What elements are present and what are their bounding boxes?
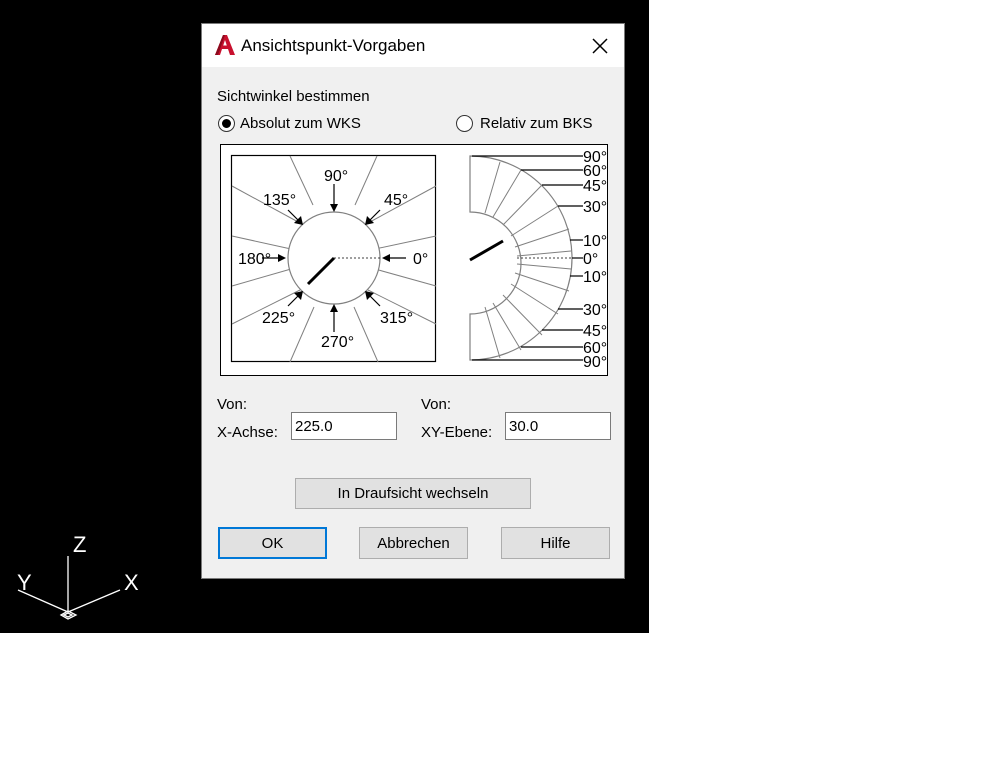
elev-bottom-90-label: 90° xyxy=(583,354,607,371)
ucs-y-label: Y xyxy=(17,570,32,595)
angle-90-label: 90° xyxy=(324,168,348,185)
x-axis-from-label: Von: xyxy=(217,396,248,413)
angle-45-label: 45° xyxy=(384,192,408,209)
relative-ucs-radio[interactable] xyxy=(456,115,473,132)
elev-bottom-30-label: 30° xyxy=(583,302,607,319)
plan-view-button[interactable]: In Draufsicht wechseln xyxy=(295,478,531,509)
elev-top-45-label: 45° xyxy=(583,178,607,195)
x-axis-label: X-Achse: xyxy=(217,424,278,441)
angle-0-label: 0° xyxy=(413,251,428,268)
elev-bottom-45-label: 45° xyxy=(583,323,607,340)
xy-angle-compass[interactable]: 90° 45° 135° 180° 0° 225° 315° 270° xyxy=(230,154,437,363)
angle-270-label: 270° xyxy=(321,334,354,351)
title-bar: Ansichtspunkt-Vorgaben xyxy=(202,24,624,67)
relative-ucs-label[interactable]: Relativ zum BKS xyxy=(480,115,593,132)
dialog-title: Ansichtspunkt-Vorgaben xyxy=(241,36,426,55)
x-axis-input[interactable] xyxy=(291,412,397,440)
absolute-wcs-radio[interactable] xyxy=(218,115,235,132)
viewpoint-presets-dialog: Ansichtspunkt-Vorgaben Sichtwinkel besti… xyxy=(201,23,625,579)
ucs-icon: Z Y X xyxy=(17,532,139,620)
elev-0-label: 0° xyxy=(583,251,598,268)
elev-top-30-label: 30° xyxy=(583,199,607,216)
ucs-z-label: Z xyxy=(73,532,86,557)
absolute-wcs-label[interactable]: Absolut zum WKS xyxy=(240,115,361,132)
angle-225-label: 225° xyxy=(262,310,295,327)
angle-180-label: 180° xyxy=(238,251,271,268)
autocad-logo-icon xyxy=(215,35,235,55)
elev-top-10-label: 10° xyxy=(583,233,607,250)
cancel-button[interactable]: Abbrechen xyxy=(359,527,468,559)
view-angle-diagram[interactable]: 90° 45° 135° 180° 0° 225° 315° 270° 90° … xyxy=(220,144,608,376)
elev-bottom-10-label: 10° xyxy=(583,269,607,286)
close-button[interactable] xyxy=(585,32,615,60)
help-button[interactable]: Hilfe xyxy=(501,527,610,559)
angle-315-label: 315° xyxy=(380,310,413,327)
ok-button[interactable]: OK xyxy=(218,527,327,559)
xy-plane-label: XY-Ebene: xyxy=(421,424,493,441)
view-angle-section-label: Sichtwinkel bestimmen xyxy=(217,88,370,105)
angle-135-label: 135° xyxy=(263,192,296,209)
xy-plane-input[interactable] xyxy=(505,412,611,440)
ucs-x-label: X xyxy=(124,570,139,595)
xy-plane-from-label: Von: xyxy=(421,396,452,413)
